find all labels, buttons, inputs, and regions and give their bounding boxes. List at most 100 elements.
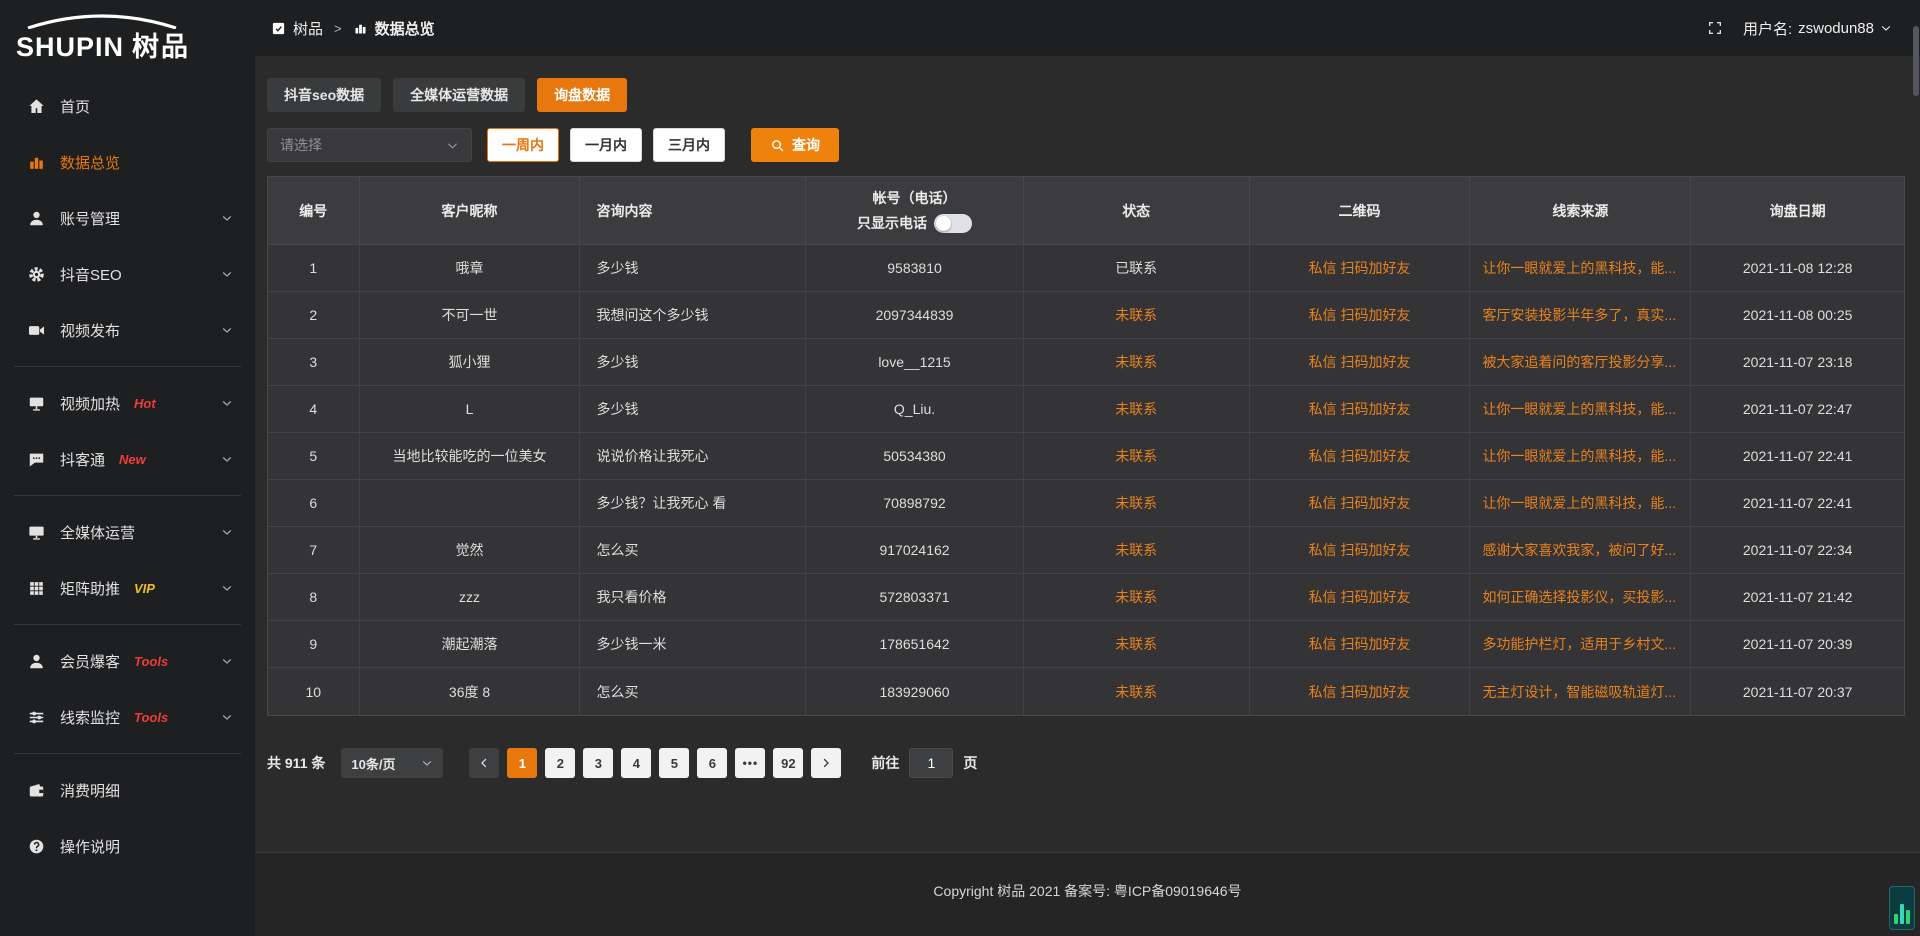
qrcode-link[interactable]: 私信 扫码加好友 <box>1250 668 1471 715</box>
sidebar-item-tag: VIP <box>134 581 155 596</box>
sidebar-item-matrix-boost[interactable]: 矩阵助推VIP <box>0 560 255 616</box>
status-text: 未联系 <box>1024 480 1250 526</box>
sidebar-item-omnimedia-operation[interactable]: 全媒体运营 <box>0 504 255 560</box>
phone-only-toggle[interactable] <box>934 214 972 233</box>
sidebar-item-label: 视频加热 <box>60 393 120 414</box>
fullscreen-icon[interactable] <box>1707 20 1723 36</box>
widget-bar <box>1906 910 1910 924</box>
chevron-down-icon <box>221 711 233 723</box>
page-button[interactable]: 6 <box>697 748 727 778</box>
sidebar-item-douketong[interactable]: 抖客通New <box>0 431 255 487</box>
page-button[interactable]: 92 <box>773 748 803 778</box>
chevron-down-icon <box>221 397 233 409</box>
sidebar-item-data-overview[interactable]: 数据总览 <box>0 134 255 190</box>
status-text: 未联系 <box>1024 386 1250 432</box>
footer: Copyright 树品 2021 备案号: 粤ICP备09019646号 <box>255 852 1920 936</box>
lead-source-link[interactable]: 无主灯设计，智能磁吸轨道灯... <box>1470 668 1691 715</box>
column-header: 帐号（电话）只显示电话 <box>806 177 1024 244</box>
billboard-icon <box>26 393 46 413</box>
account-phone: 917024162 <box>806 527 1024 573</box>
qrcode-link[interactable]: 私信 扫码加好友 <box>1250 574 1471 620</box>
widget-bar <box>1894 914 1898 924</box>
qrcode-link[interactable]: 私信 扫码加好友 <box>1250 339 1471 385</box>
scrollbar-thumb[interactable] <box>1913 26 1919 96</box>
table-row: 1036度 8怎么买183929060未联系私信 扫码加好友无主灯设计，智能磁吸… <box>268 668 1904 715</box>
user-icon <box>26 208 46 228</box>
inquiry-date: 2021-11-08 00:25 <box>1691 292 1904 338</box>
table-row: 2不可一世我想问这个多少钱2097344839未联系私信 扫码加好友客厅安装投影… <box>268 292 1904 339</box>
chevron-down-icon <box>221 453 233 465</box>
page-button[interactable]: 3 <box>583 748 613 778</box>
qrcode-link[interactable]: 私信 扫码加好友 <box>1250 245 1471 291</box>
page-button[interactable]: 4 <box>621 748 651 778</box>
qrcode-link[interactable]: 私信 扫码加好友 <box>1250 292 1471 338</box>
page-button[interactable]: 5 <box>659 748 689 778</box>
user-menu[interactable]: 用户名: zswodun88 <box>1743 18 1892 39</box>
sidebar-item-label: 抖音SEO <box>60 264 122 285</box>
qrcode-link[interactable]: 私信 扫码加好友 <box>1250 433 1471 479</box>
prev-page-button[interactable] <box>469 748 499 778</box>
page-size-select[interactable]: 10条/页 <box>341 748 443 778</box>
lead-source-link[interactable]: 让你一眼就爱上的黑科技，能... <box>1470 386 1691 432</box>
sidebar-item-label: 消费明细 <box>60 780 120 801</box>
lead-source-link[interactable]: 感谢大家喜欢我家，被问了好... <box>1470 527 1691 573</box>
app-root: SHUPIN树品 首页数据总览账号管理抖音SEO 视频发布视频加热Hot抖客通Ne… <box>0 0 1920 936</box>
customer-nickname: 当地比较能吃的一位美女 <box>360 433 581 479</box>
sidebar-item-video-publish[interactable]: 视频发布 <box>0 302 255 358</box>
sidebar-item-operation-guide[interactable]: 操作说明 <box>0 818 255 874</box>
sidebar-item-consumption-details[interactable]: 消费明细 <box>0 762 255 818</box>
sidebar-item-home[interactable]: 首页 <box>0 78 255 134</box>
lead-source-link[interactable]: 客厅安装投影半年多了，真实... <box>1470 292 1691 338</box>
tab-1[interactable]: 全媒体运营数据 <box>393 78 525 112</box>
qrcode-link[interactable]: 私信 扫码加好友 <box>1250 386 1471 432</box>
lead-source-link[interactable]: 让你一眼就爱上的黑科技，能... <box>1470 480 1691 526</box>
row-id: 1 <box>268 245 360 291</box>
sidebar-item-douyin-seo[interactable]: 抖音SEO <box>0 246 255 302</box>
app-logo[interactable]: SHUPIN树品 <box>0 0 255 78</box>
member-icon <box>26 651 46 671</box>
date-range-button[interactable]: 一周内 <box>487 128 559 162</box>
lead-source-link[interactable]: 让你一眼就爱上的黑科技，能... <box>1470 433 1691 479</box>
query-button-label: 查询 <box>792 135 820 155</box>
lead-source-link[interactable]: 被大家追着问的客厅投影分享... <box>1470 339 1691 385</box>
customer-nickname: 哦章 <box>360 245 581 291</box>
goto-page-input[interactable] <box>909 748 953 778</box>
lead-source-link[interactable]: 多功能护栏灯，适用于乡村文... <box>1470 621 1691 667</box>
page-ellipsis-button[interactable]: ••• <box>735 748 765 778</box>
sidebar-item-account-management[interactable]: 账号管理 <box>0 190 255 246</box>
date-range-button[interactable]: 一月内 <box>570 128 642 162</box>
inquiry-date: 2021-11-08 12:28 <box>1691 245 1904 291</box>
customer-nickname: zzz <box>360 574 581 620</box>
next-page-button[interactable] <box>811 748 841 778</box>
sliders-icon <box>26 707 46 727</box>
chevron-down-icon <box>421 757 433 769</box>
page-button[interactable]: 2 <box>545 748 575 778</box>
account-phone: 178651642 <box>806 621 1024 667</box>
inquiry-date: 2021-11-07 21:42 <box>1691 574 1904 620</box>
account-phone: 9583810 <box>806 245 1024 291</box>
page-button[interactable]: 1 <box>507 748 537 778</box>
account-phone: love__1215 <box>806 339 1024 385</box>
account-select[interactable]: 请选择 <box>267 128 472 162</box>
breadcrumb-root[interactable]: 树品 <box>293 18 323 39</box>
tab-0[interactable]: 抖音seo数据 <box>267 78 381 112</box>
sidebar-item-label: 数据总览 <box>60 152 120 173</box>
query-button[interactable]: 查询 <box>751 128 839 162</box>
tab-2[interactable]: 询盘数据 <box>537 78 627 112</box>
lead-source-link[interactable]: 让你一眼就爱上的黑科技，能... <box>1470 245 1691 291</box>
qrcode-link[interactable]: 私信 扫码加好友 <box>1250 480 1471 526</box>
qrcode-link[interactable]: 私信 扫码加好友 <box>1250 621 1471 667</box>
date-range-button[interactable]: 三月内 <box>653 128 725 162</box>
floating-widget[interactable] <box>1889 886 1915 930</box>
qrcode-link[interactable]: 私信 扫码加好友 <box>1250 527 1471 573</box>
account-phone: 70898792 <box>806 480 1024 526</box>
phone-toggle-label: 只显示电话 <box>857 213 927 233</box>
sidebar-item-label: 视频发布 <box>60 320 120 341</box>
sidebar-item-lead-monitoring[interactable]: 线索监控Tools <box>0 689 255 745</box>
column-header-label: 二维码 <box>1339 201 1381 221</box>
row-id: 3 <box>268 339 360 385</box>
lead-source-link[interactable]: 如何正确选择投影仪，买投影... <box>1470 574 1691 620</box>
sidebar-item-video-heating[interactable]: 视频加热Hot <box>0 375 255 431</box>
sidebar-item-member-baoke[interactable]: 会员爆客Tools <box>0 633 255 689</box>
main-column: 树品 > 数据总览 用户名: zswodun88 抖音seo数据全媒体运营数据 <box>255 0 1920 936</box>
